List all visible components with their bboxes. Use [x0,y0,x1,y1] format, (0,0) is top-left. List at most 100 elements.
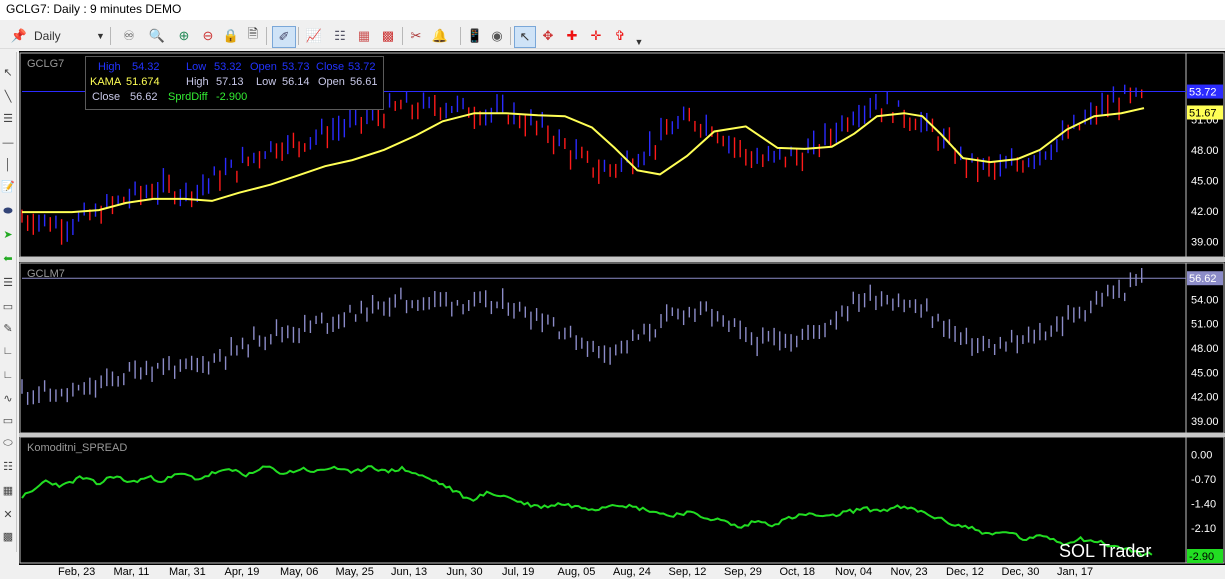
ib-close: 53.72 [348,61,376,73]
hline-tool-icon[interactable]: ― [0,136,16,150]
kama-last-value: 51.67 [1189,107,1217,119]
date-tick: Apr, 19 [224,566,260,578]
gclm7-last-price: 56.62 [1189,273,1217,285]
pencil-tool-icon[interactable]: ✎ [0,322,16,336]
gclg7-y-tick-3: 42.00 [1191,206,1219,218]
fan-tool-icon[interactable]: ∟ [0,344,16,358]
date-tick: May, 06 [280,566,319,578]
bars-icon[interactable]: ▦ [354,26,374,46]
bell-icon[interactable]: 🔔 [430,26,450,46]
lock-icon[interactable]: 🔒 [222,26,240,46]
date-tick: Mar, 31 [169,566,206,578]
text-tool-icon[interactable]: 📝 [0,180,16,194]
wave-tool-icon[interactable]: ∿ [0,392,16,406]
spread-y-tick-3: -2.10 [1191,523,1216,535]
ib-spread-label: SprdDiff [168,91,208,103]
ib-spread: -2.900 [216,91,248,103]
layers-tool-icon[interactable]: ☷ [0,460,16,474]
line-tool-icon[interactable]: ╲ [0,90,16,104]
toolbar: 📌 Daily ▼ ♾ 🔍 ⊕ ⊖ 🔒 🗎 ✐ 📈 ☷ ▦ ▩ ✂ 🔔 📱 ◉ … [0,24,1225,49]
toolbar-overflow-icon[interactable]: ▼ [634,32,644,52]
spread-y-tick-1: -0.70 [1191,474,1216,486]
ib-open2: 56.61 [350,76,378,88]
gclg7-y-tick-1: 48.00 [1191,145,1219,157]
ib-open2-label: Open [318,76,345,88]
draw-pen-icon[interactable]: ✐ [272,26,296,48]
spread-y-tick-2: -1.40 [1191,499,1216,511]
date-tick: Oct, 18 [779,566,815,578]
stack-tool-icon[interactable]: ▩ [0,530,16,544]
chart-type-icon[interactable]: ♾ [116,26,142,46]
magnifier-icon[interactable]: 🔍 [146,26,168,46]
arrow-tool-icon[interactable]: ➤ [0,228,16,242]
panel-title-gclg7: GCLG7 [27,58,64,70]
ib-close2: 56.62 [130,91,158,103]
page-icon[interactable]: 🗎 [244,26,262,46]
panel-splitter-1 [19,257,1225,262]
ib-low2: 56.14 [282,76,310,88]
date-tick: Mar, 11 [113,566,150,578]
rect-tool-icon[interactable]: ▭ [0,300,16,314]
date-tick: Jul, 19 [502,566,535,578]
date-tick: Dec, 30 [1001,566,1040,578]
tree-icon[interactable]: ☷ [330,26,350,46]
indicator-icon[interactable]: 📈 [302,26,326,46]
date-tick: Jun, 13 [391,566,428,578]
chevron-down-icon: ▼ [96,31,105,41]
chart-area[interactable]: GCLG7 GCLM7 Komoditni_SPREAD 51.00 48.00 45.0… [19,51,1225,565]
ib-kama-label: KAMA [90,76,122,88]
ib-high2: 57.13 [216,76,244,88]
vline-tool-icon[interactable]: │ [0,158,16,172]
gclg7-last-price: 53.72 [1189,87,1217,99]
ellipse2-tool-icon[interactable]: ⬭ [0,436,16,450]
gclm7-y-tick-1: 54.00 [1191,294,1219,306]
ib-low2-label: Low [256,76,277,88]
scissors-icon[interactable]: ✂ [406,26,426,46]
ib-kama: 51.674 [126,76,160,88]
ib-high-label: High [98,61,121,73]
rectangle-tool-icon[interactable]: ▭ [0,414,16,428]
window-title: GCLG7: Daily : 9 minutes DEMO [6,2,182,16]
panel-title-spread: Komoditni_SPREAD [27,442,127,454]
cursor-icon[interactable]: ↖ [514,26,536,48]
ib-high: 54.32 [132,61,160,73]
date-tick: Jun, 30 [446,566,483,578]
ib-low-label: Low [186,61,207,73]
pin-icon[interactable]: 📌 [10,26,28,46]
mouse-icon[interactable]: ◉ [488,26,506,46]
data-window: High 54.32 Low 53.32 Open 53.73 Close 53… [85,56,384,110]
delete-tool-icon[interactable]: ✕ [0,508,16,522]
date-tick: Sep, 29 [724,566,762,578]
gclm7-y-tick-4: 45.00 [1191,367,1219,379]
panel-splitter-2 [19,433,1225,437]
ib-low: 53.32 [214,61,242,73]
gclm7-y-tick-6: 39.00 [1191,416,1219,428]
gclg7-y-tick-4: 39.00 [1191,237,1219,249]
crosshair-red-icon[interactable]: ✚ [562,26,582,46]
crosshair-red-arrow-icon[interactable]: ✞ [610,26,630,46]
phone-icon[interactable]: 📱 [466,26,484,46]
gclg7-y-tick-2: 45.00 [1191,176,1219,188]
ellipse-tool-icon[interactable]: ⬬ [0,204,16,218]
date-tick: Jan, 17 [1057,566,1094,578]
gclm7-y-tick-3: 48.00 [1191,343,1219,355]
grid-tool-icon[interactable]: ▦ [0,484,16,498]
select-tool-icon[interactable]: ↖ [0,66,16,80]
bars-color-icon[interactable]: ▩ [378,26,398,46]
fib-tool-icon[interactable]: ☰ [0,276,16,290]
date-tick: Sep, 12 [668,566,707,578]
zoom-in-icon[interactable]: ⊕ [174,26,194,46]
arrow-left-tool-icon[interactable]: ⬅ [0,252,16,266]
zoom-out-icon[interactable]: ⊖ [198,26,218,46]
channel-tool-icon[interactable]: ☰ [0,112,16,126]
period-select[interactable]: Daily ▼ [34,26,105,46]
date-tick: Nov, 04 [835,566,873,578]
date-tick: Nov, 23 [890,566,928,578]
date-tick: Aug, 24 [613,566,651,578]
ib-high2-label: High [186,76,209,88]
gann-tool-icon[interactable]: ∟ [0,368,16,382]
watermark-sol-trader: SOL Trader [1059,541,1151,561]
crosshair-red-bold-icon[interactable]: ✛ [586,26,606,46]
gclm7-y-tick-5: 42.00 [1191,392,1219,404]
crosshair-icon[interactable]: ✥ [538,26,558,46]
